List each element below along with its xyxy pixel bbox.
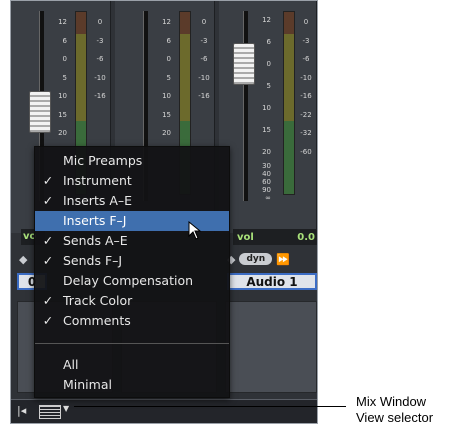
volume-label: vol	[237, 231, 254, 243]
chevron-down-icon[interactable]: ▼	[63, 404, 69, 413]
mix-window-toolbar: |◂ ▼	[11, 399, 317, 423]
left-arrow-icon[interactable]: ◆	[19, 253, 27, 266]
meter-scale: 0 -3 -6 -10 -16 -22 -32 -60	[300, 18, 312, 156]
meter-scale: 0 -3 -6 -10 -16	[198, 18, 210, 100]
menu-item-mic-preamps[interactable]: Mic Preamps	[35, 151, 229, 171]
menu-item-instrument[interactable]: ✓ Instrument	[35, 171, 229, 191]
automation-row-left: ◆	[19, 251, 27, 267]
fader-scale: 12 6 0 5 10 15 20	[58, 18, 67, 137]
menu-item-inserts-a-e[interactable]: ✓ Inserts A–E	[35, 191, 229, 211]
fader-scale: 12 6 0 5 10 15 20	[162, 18, 171, 137]
view-selector-menu: Mic Preamps ✓ Instrument ✓ Inserts A–E Ins…	[34, 146, 230, 398]
dyn-button[interactable]: dyn	[239, 253, 273, 265]
fader-track	[243, 11, 248, 201]
checkmark-icon: ✓	[42, 293, 54, 308]
menu-item-minimal[interactable]: Minimal	[35, 375, 229, 395]
checkmark-icon: ✓	[42, 173, 54, 188]
menu-item-delay-compensation[interactable]: Delay Compensation	[35, 271, 229, 291]
fast-forward-icon[interactable]: ⏩	[276, 253, 290, 266]
callout-label: Mix Window View selector	[356, 394, 434, 425]
pointer-cursor-icon	[188, 221, 202, 240]
menu-item-track-color[interactable]: ✓ Track Color	[35, 291, 229, 311]
volume-value: 0.0	[297, 231, 315, 243]
automation-row: ◆ dyn ⏩	[227, 251, 290, 267]
menu-item-comments[interactable]: ✓ Comments	[35, 311, 229, 331]
comments-panel-3	[225, 301, 317, 393]
fader-scale: 12 6 0 5 10 15 20 30 40 60 90 ∞	[262, 16, 271, 202]
menu-item-sends-f-j[interactable]: ✓ Sends F–J	[35, 251, 229, 271]
checkmark-icon: ✓	[42, 253, 54, 268]
level-meter	[283, 11, 295, 195]
menu-separator	[35, 343, 229, 344]
show-hide-tracks-icon[interactable]: |◂	[17, 404, 26, 417]
track-name[interactable]: Audio 1	[227, 273, 317, 290]
menu-item-all[interactable]: All	[35, 355, 229, 375]
volume-readout[interactable]: vol 0.0	[233, 229, 317, 245]
checkmark-icon: ✓	[42, 313, 54, 328]
callout-leader-line	[74, 406, 346, 407]
channel-strip-3: 12 6 0 5 10 15 20 30 40 60 90 ∞ 0 -3 -6 -10 -16 -22 -32 -6…	[219, 1, 317, 233]
checkmark-icon: ✓	[42, 233, 54, 248]
view-selector-icon[interactable]	[39, 405, 61, 419]
meter-scale: 0 -3 -6 -10 -16	[94, 18, 106, 100]
checkmark-icon: ✓	[42, 193, 54, 208]
